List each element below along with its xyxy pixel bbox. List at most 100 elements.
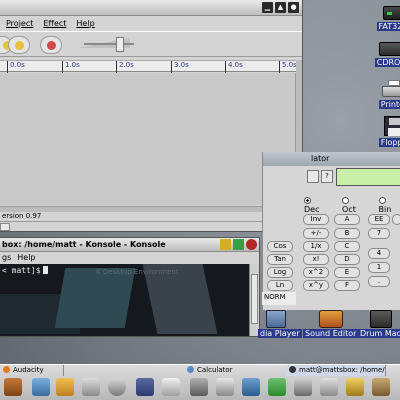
task-audacity[interactable]: Audacity	[0, 365, 64, 376]
minimize-icon[interactable]	[220, 239, 231, 250]
timeline-ruler[interactable]: 0.0s 1.0s 2.0s 3.0s 4.0s 5.0s	[0, 60, 298, 73]
media-player-icon	[266, 310, 286, 328]
calc-button-c[interactable]: C	[334, 241, 360, 252]
calc-button-1[interactable]: 1	[368, 262, 390, 273]
menu-settings[interactable]: gs	[2, 252, 11, 264]
maximize-icon[interactable]	[233, 239, 244, 250]
calculator-title: lator	[263, 152, 400, 166]
desktop-icon-label: CDROM	[374, 58, 400, 67]
box-icon[interactable]	[372, 378, 390, 396]
home-icon[interactable]	[82, 378, 100, 396]
desktop-icon-printer[interactable]: Printer	[372, 80, 400, 109]
track-area[interactable]	[0, 73, 296, 205]
terminal-icon	[289, 366, 296, 373]
desktop-icon-floppy[interactable]: Floppy	[372, 116, 400, 147]
radio-dot	[342, 197, 350, 204]
lightbulb-icon[interactable]	[346, 378, 364, 396]
task-label: Audacity	[13, 366, 44, 374]
volume-slider-track[interactable]	[84, 43, 134, 45]
audacity-menubar: Project Effect Help	[0, 16, 302, 30]
calc-button-ee[interactable]: EE	[368, 214, 390, 225]
clipboard-icon[interactable]	[320, 378, 338, 396]
app-label: Drum Mac	[358, 329, 400, 338]
calc-button-inv[interactable]: Inv	[303, 214, 329, 225]
record-button[interactable]	[40, 36, 62, 54]
ruler-tick-label: 0.0s	[7, 61, 25, 73]
menu-help[interactable]: Help	[17, 252, 35, 264]
network-icon[interactable]	[32, 378, 50, 396]
settings-icon[interactable]	[294, 378, 312, 396]
maximize-icon[interactable]: ▲	[275, 2, 286, 13]
terminal-area[interactable]: K Desktop Environment < matt]$	[0, 264, 249, 336]
calc-config-button[interactable]	[307, 170, 319, 183]
task-label: Calculator	[197, 366, 233, 374]
drum-machine-icon	[369, 310, 392, 328]
background-shape	[54, 268, 136, 328]
close-icon[interactable]	[246, 239, 257, 250]
calc-button-power[interactable]: x^y	[303, 280, 329, 291]
close-icon[interactable]: ●	[288, 2, 299, 13]
text-editor-icon[interactable]	[162, 378, 180, 396]
calc-button-plusminus[interactable]: +/-	[303, 228, 329, 239]
desktop-icon-label: Printer	[378, 100, 400, 109]
selection-field[interactable]	[0, 223, 10, 231]
konsole-window[interactable]: box: /home/matt - Konsole - Konsole gs H…	[0, 237, 260, 337]
desktop-icon-label: Floppy	[378, 138, 400, 147]
calc-button-cos[interactable]: Cos	[267, 241, 293, 252]
volume-slider-thumb[interactable]	[116, 37, 124, 52]
media-player-launcher[interactable]: dia Player	[258, 310, 302, 338]
minimize-icon[interactable]: ▁	[262, 2, 273, 13]
ruler-tick-label: 3.0s	[171, 61, 189, 73]
calc-button-e[interactable]: E	[334, 267, 360, 278]
app-label: Sound Editor	[303, 329, 359, 338]
menu-project[interactable]: Project	[6, 19, 33, 28]
calc-button-decimal[interactable]: .	[368, 276, 390, 287]
ruler-tick-label: 4.0s	[225, 61, 243, 73]
calc-button-edge[interactable]	[392, 214, 400, 225]
keyboard-icon[interactable]	[216, 378, 234, 396]
sound-editor-launcher[interactable]: Sound Editor	[303, 310, 359, 338]
calc-button-reciprocal[interactable]: 1/x	[303, 241, 329, 252]
desktop-icon-cdrom[interactable]: CDROM	[370, 42, 400, 67]
image-viewer-icon[interactable]	[242, 378, 260, 396]
calc-button-a[interactable]: A	[334, 214, 360, 225]
record-icon	[47, 41, 56, 50]
radio-dec[interactable]: Dec	[304, 196, 328, 214]
kde-menu-icon[interactable]	[4, 378, 22, 396]
terminal-prompt: < matt]$	[2, 266, 48, 275]
calc-button-tan[interactable]: Tan	[267, 254, 293, 265]
radio-label: Oct	[342, 205, 356, 214]
menu-effect[interactable]: Effect	[43, 19, 66, 28]
calc-help-button[interactable]: ?	[321, 170, 333, 183]
calc-button-7[interactable]: 7	[368, 228, 390, 239]
task-label: matt@mattsbox: /home/m	[299, 366, 386, 374]
terminal-watermark: K Desktop Environment	[96, 268, 179, 276]
audacity-window[interactable]: ▁ ▲ ● Project Effect Help 0.0s 1.0s 2.0s…	[0, 0, 303, 232]
task-konsole[interactable]: matt@mattsbox: /home/m	[286, 365, 386, 376]
ruler-tick-label: 2.0s	[116, 61, 134, 73]
drum-machine-launcher[interactable]: Drum Mac	[358, 310, 400, 338]
search-icon[interactable]	[108, 378, 126, 396]
audacity-titlebar[interactable]: ▁ ▲ ●	[0, 0, 302, 16]
pause-button[interactable]	[8, 36, 30, 54]
konsole-menubar: gs Help	[0, 252, 259, 264]
calc-button-log[interactable]: Log	[267, 267, 293, 278]
menu-help[interactable]: Help	[76, 19, 94, 28]
app-label: dia Player	[258, 329, 302, 338]
audacity-transport-toolbar	[0, 31, 302, 57]
monitor-icon[interactable]	[190, 378, 208, 396]
calc-button-factorial[interactable]: x!	[303, 254, 329, 265]
document-icon[interactable]	[136, 378, 154, 396]
spreadsheet-icon[interactable]	[268, 378, 286, 396]
radio-bin[interactable]: Bin	[378, 196, 400, 214]
calc-button-d[interactable]: D	[334, 254, 360, 265]
desktop-icon-fat32[interactable]: FAT32 F	[372, 6, 400, 31]
calc-button-4[interactable]: 4	[368, 248, 390, 259]
folder-icon[interactable]	[56, 378, 74, 396]
calc-button-f[interactable]: F	[334, 280, 360, 291]
scroll-thumb[interactable]	[251, 274, 258, 324]
radio-oct[interactable]: Oct	[342, 196, 364, 214]
calc-button-b[interactable]: B	[334, 228, 360, 239]
calc-button-ln[interactable]: Ln	[267, 280, 293, 291]
calc-button-square[interactable]: x^2	[303, 267, 329, 278]
